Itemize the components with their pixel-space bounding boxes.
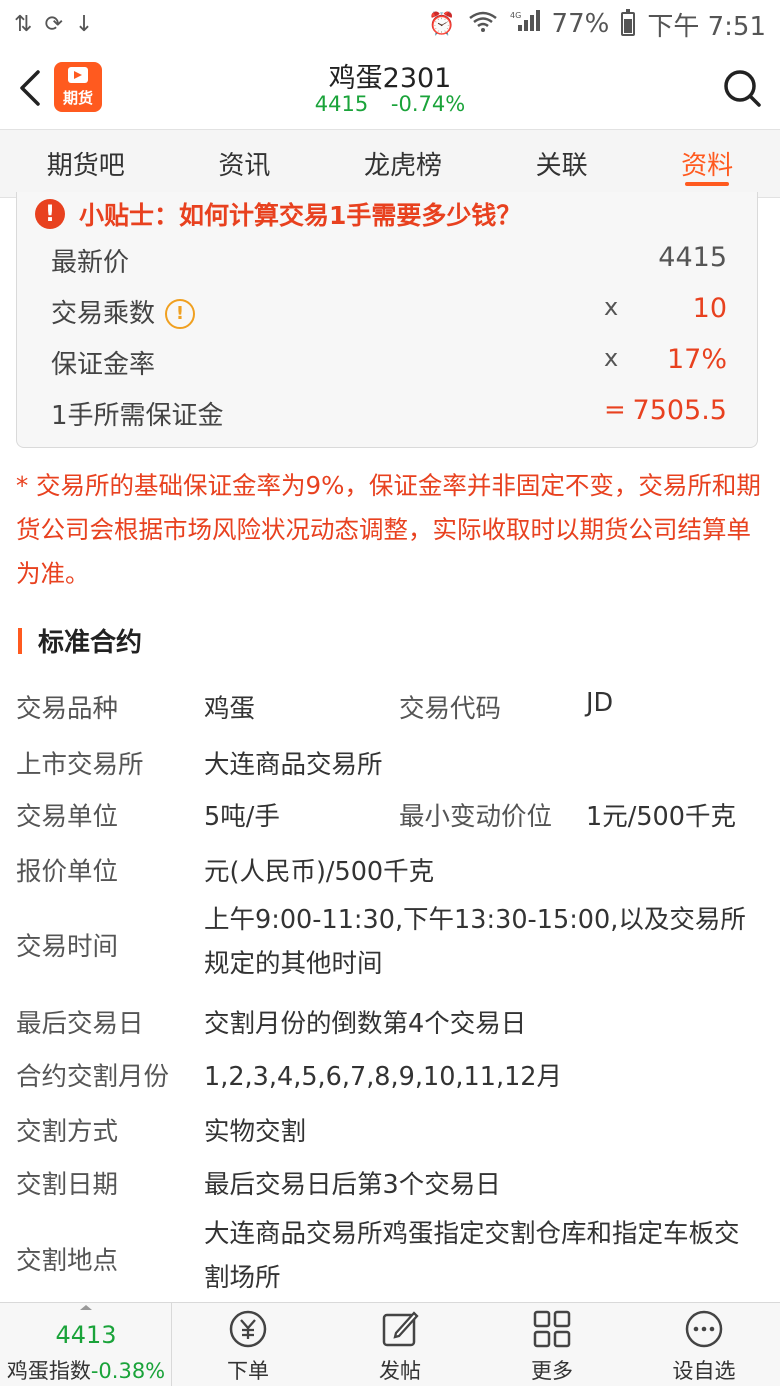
spec-value: 1元/500千克 bbox=[586, 802, 736, 832]
tip-operator: = bbox=[604, 395, 626, 425]
tab-related[interactable]: 关联 bbox=[528, 130, 596, 198]
margin-note: * 交易所的基础保证金率为9%，保证金率并非固定不变，交易所和期货公司会根据市场… bbox=[16, 471, 761, 588]
section-accent-bar bbox=[18, 627, 22, 654]
tip-operator: x bbox=[604, 293, 619, 321]
more-circle-icon bbox=[685, 1310, 723, 1348]
tab-info[interactable]: 资料 bbox=[673, 130, 741, 198]
spec-key: 报价单位 bbox=[16, 857, 119, 887]
tip-operator: x bbox=[604, 344, 619, 372]
tip-row-multiplier: 交易乘数 ! x 10 bbox=[51, 293, 727, 333]
battery-percent: 77% bbox=[551, 9, 610, 39]
add-watchlist-button[interactable]: 设自选 bbox=[628, 1303, 780, 1386]
margin-tip-card: ! 小贴士：如何计算交易1手需要多少钱？ 最新价 4415 交易乘数 ! x 1… bbox=[16, 192, 758, 448]
tip-label: 保证金率 bbox=[51, 350, 156, 380]
tip-row-latest-price: 最新价 4415 bbox=[51, 242, 727, 282]
spec-value: 大连商品交易所鸡蛋指定交割仓库和指定车板交割场所 bbox=[204, 1219, 740, 1293]
tip-label: 1手所需保证金 bbox=[51, 401, 224, 431]
tip-value: 4415 bbox=[658, 242, 727, 273]
spec-key: 交易代码 bbox=[399, 694, 502, 724]
index-name: 鸡蛋指数 bbox=[6, 1359, 91, 1383]
nav-label: 更多 bbox=[531, 1359, 573, 1383]
spec-key: 最小变动价位 bbox=[399, 802, 553, 832]
search-icon bbox=[724, 70, 761, 107]
index-quote-box[interactable]: 4413 鸡蛋指数-0.38% bbox=[0, 1303, 172, 1386]
status-time: 下午 7:51 bbox=[647, 11, 766, 42]
tip-value: 7505.5 bbox=[632, 395, 727, 426]
nav-label: 发帖 bbox=[379, 1359, 421, 1383]
tab-leaderboard[interactable]: 龙虎榜 bbox=[356, 130, 450, 198]
nav-label: 设自选 bbox=[672, 1359, 736, 1383]
header: 期货 鸡蛋2301 4415 -0.74% bbox=[0, 48, 780, 130]
spec-key: 最后交易日 bbox=[16, 1009, 144, 1039]
spec-value: JD bbox=[586, 688, 614, 718]
battery-icon bbox=[621, 9, 636, 36]
exclamation-icon: ! bbox=[35, 199, 65, 229]
status-right: ⏰ 4G 77% 下午 7:51 bbox=[428, 6, 766, 43]
contract-quote: 4415 -0.74% bbox=[0, 92, 780, 116]
contract-change: -0.74% bbox=[390, 92, 466, 116]
spec-key: 交易单位 bbox=[16, 802, 119, 832]
wifi-icon bbox=[468, 10, 498, 38]
spec-value: 鸡蛋 bbox=[204, 694, 256, 724]
status-left: ⇅ ⟳ ↓ bbox=[14, 12, 93, 37]
bottom-action-bar: 4413 鸡蛋指数-0.38% 下单 发帖 更多 设自选 bbox=[0, 1302, 780, 1386]
svg-text:4G: 4G bbox=[510, 11, 521, 20]
search-button[interactable] bbox=[722, 68, 762, 108]
cell-signal-icon: 4G bbox=[510, 9, 540, 39]
spec-key: 交割地点 bbox=[16, 1246, 119, 1276]
status-bar: ⇅ ⟳ ↓ ⏰ 4G 77% 下午 7:51 bbox=[0, 0, 780, 48]
spec-value: 上午9:00-11:30,下午13:30-15:00,以及交易所规定的其他时间 bbox=[204, 905, 746, 979]
spec-key: 上市交易所 bbox=[16, 750, 144, 780]
caret-up-icon bbox=[80, 1305, 92, 1310]
spec-key: 交割方式 bbox=[16, 1117, 119, 1147]
tip-label: 交易乘数 bbox=[51, 299, 156, 329]
spec-key: 交易时间 bbox=[16, 932, 119, 962]
tip-row-total-margin: 1手所需保证金 = 7505.5 bbox=[51, 395, 727, 435]
tip-title: 小贴士：如何计算交易1手需要多少钱？ bbox=[79, 201, 522, 230]
index-price: 4413 bbox=[55, 1321, 117, 1349]
spec-value: 5吨/手 bbox=[204, 802, 280, 832]
tab-news[interactable]: 资讯 bbox=[210, 130, 278, 198]
spec-key: 交易品种 bbox=[16, 694, 119, 724]
spec-key: 合约交割月份 bbox=[16, 1062, 170, 1092]
sync-icon: ⟳ bbox=[44, 11, 63, 37]
index-change: -0.38% bbox=[90, 1359, 166, 1383]
more-button[interactable]: 更多 bbox=[476, 1303, 628, 1386]
nav-label: 下单 bbox=[227, 1359, 269, 1383]
spec-value: 最后交易日后第3个交易日 bbox=[204, 1170, 501, 1200]
place-order-button[interactable]: 下单 bbox=[172, 1303, 324, 1386]
spec-value: 1,2,3,4,5,6,7,8,9,10,11,12月 bbox=[204, 1062, 563, 1092]
spec-value: 交割月份的倒数第4个交易日 bbox=[204, 1009, 527, 1039]
tip-label: 最新价 bbox=[51, 248, 130, 278]
grid-icon bbox=[533, 1310, 571, 1348]
tip-value: 10 bbox=[692, 293, 727, 324]
contract-price: 4415 bbox=[314, 92, 369, 116]
spec-key: 交割日期 bbox=[16, 1170, 119, 1200]
spec-value: 实物交割 bbox=[204, 1117, 307, 1147]
tip-row-margin-rate: 保证金率 x 17% bbox=[51, 344, 727, 384]
edit-icon bbox=[382, 1311, 419, 1347]
alarm-icon: ⏰ bbox=[428, 11, 456, 37]
data-transfer-icon: ⇅ bbox=[14, 11, 33, 37]
tab-forum[interactable]: 期货吧 bbox=[39, 130, 133, 198]
spec-value: 元(人民币)/500千克 bbox=[204, 857, 435, 887]
section-title: 标准合约 bbox=[38, 628, 143, 658]
tip-value: 17% bbox=[666, 344, 727, 375]
contract-title: 鸡蛋2301 bbox=[328, 63, 452, 94]
section-header: 标准合约 bbox=[18, 622, 142, 659]
info-icon[interactable]: ! bbox=[165, 298, 196, 329]
yuan-circle-icon bbox=[229, 1310, 267, 1348]
post-button[interactable]: 发帖 bbox=[324, 1303, 476, 1386]
index-label: 鸡蛋指数-0.38% bbox=[0, 1355, 172, 1385]
tip-header: ! 小贴士：如何计算交易1手需要多少钱？ bbox=[35, 196, 521, 232]
download-icon: ↓ bbox=[74, 11, 94, 37]
tab-bar: 期货吧 资讯 龙虎榜 关联 资料 bbox=[0, 130, 780, 198]
spec-value: 大连商品交易所 bbox=[204, 750, 383, 780]
